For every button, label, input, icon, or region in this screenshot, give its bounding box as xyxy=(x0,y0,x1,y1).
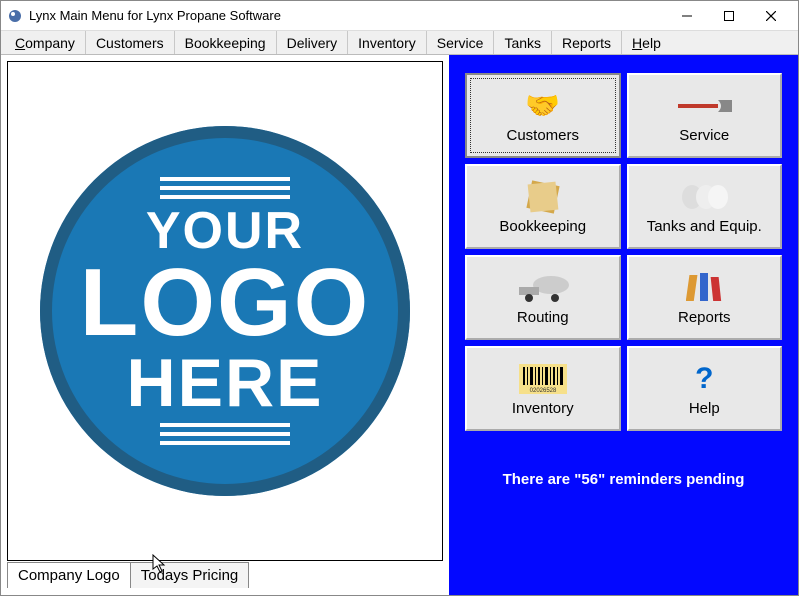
tab-todays-pricing[interactable]: Todays Pricing xyxy=(130,562,250,588)
left-pane: YOUR LOGO HERE Company Logo Todays Prici… xyxy=(1,55,449,595)
truck-icon xyxy=(515,270,571,306)
help-button-label: Help xyxy=(689,400,720,417)
handshake-icon: 🤝 xyxy=(525,88,560,124)
tanks-equip-button-label: Tanks and Equip. xyxy=(647,218,762,235)
ledger-icon xyxy=(525,179,561,215)
window-title: Lynx Main Menu for Lynx Propane Software xyxy=(29,8,666,23)
menu-tanks[interactable]: Tanks xyxy=(494,31,552,54)
close-button[interactable] xyxy=(750,2,792,30)
menu-reports[interactable]: Reports xyxy=(552,31,622,54)
bookkeeping-button[interactable]: Bookkeeping xyxy=(465,164,621,249)
reminder-prefix: There are " xyxy=(503,471,582,488)
customers-button[interactable]: 🤝 Customers xyxy=(465,73,621,158)
customers-button-label: Customers xyxy=(506,127,579,144)
logo-lines-top xyxy=(160,177,290,199)
inventory-button-label: Inventory xyxy=(512,400,574,417)
routing-button[interactable]: Routing xyxy=(465,255,621,340)
tab-company-logo[interactable]: Company Logo xyxy=(7,562,131,588)
right-pane: 🤝 Customers Service Bookkeeping Tan xyxy=(449,55,798,595)
logo-placeholder: YOUR LOGO HERE xyxy=(40,126,410,496)
menu-bookkeeping[interactable]: Bookkeeping xyxy=(175,31,277,54)
books-icon xyxy=(686,270,722,306)
reminder-count: 56 xyxy=(581,471,598,488)
menu-company[interactable]: Company xyxy=(5,31,86,54)
reminders-text: There are "56" reminders pending xyxy=(459,471,788,488)
tanks-icon xyxy=(680,179,728,215)
logo-text-logo: LOGO xyxy=(80,257,371,348)
svg-text:02026528: 02026528 xyxy=(529,388,556,394)
question-icon: ? xyxy=(695,361,713,397)
logo-box: YOUR LOGO HERE xyxy=(7,61,443,561)
help-button[interactable]: ? Help xyxy=(627,346,783,431)
content: YOUR LOGO HERE Company Logo Todays Prici… xyxy=(1,55,798,595)
reports-button[interactable]: Reports xyxy=(627,255,783,340)
routing-button-label: Routing xyxy=(517,309,569,326)
menu-delivery[interactable]: Delivery xyxy=(277,31,349,54)
barcode-icon: 02026528 xyxy=(519,361,567,397)
reports-button-label: Reports xyxy=(678,309,731,326)
bookkeeping-button-label: Bookkeeping xyxy=(499,218,586,235)
menu-inventory[interactable]: Inventory xyxy=(348,31,427,54)
menu-customers[interactable]: Customers xyxy=(86,31,175,54)
logo-lines-bottom xyxy=(160,423,290,445)
inventory-button[interactable]: 02026528 Inventory xyxy=(465,346,621,431)
left-tabs: Company Logo Todays Pricing xyxy=(7,560,443,588)
logo-text-here: HERE xyxy=(127,349,324,417)
service-button-label: Service xyxy=(679,127,729,144)
service-button[interactable]: Service xyxy=(627,73,783,158)
wrench-icon xyxy=(674,88,734,124)
app-icon xyxy=(7,8,23,24)
menu-service[interactable]: Service xyxy=(427,31,495,54)
menubar: Company Customers Bookkeeping Delivery I… xyxy=(1,31,798,55)
menu-help[interactable]: Help xyxy=(622,31,671,54)
tanks-equip-button[interactable]: Tanks and Equip. xyxy=(627,164,783,249)
titlebar: Lynx Main Menu for Lynx Propane Software xyxy=(1,1,798,31)
button-grid: 🤝 Customers Service Bookkeeping Tan xyxy=(459,73,788,431)
reminder-suffix: " reminders pending xyxy=(598,471,744,488)
minimize-button[interactable] xyxy=(666,2,708,30)
maximize-button[interactable] xyxy=(708,2,750,30)
